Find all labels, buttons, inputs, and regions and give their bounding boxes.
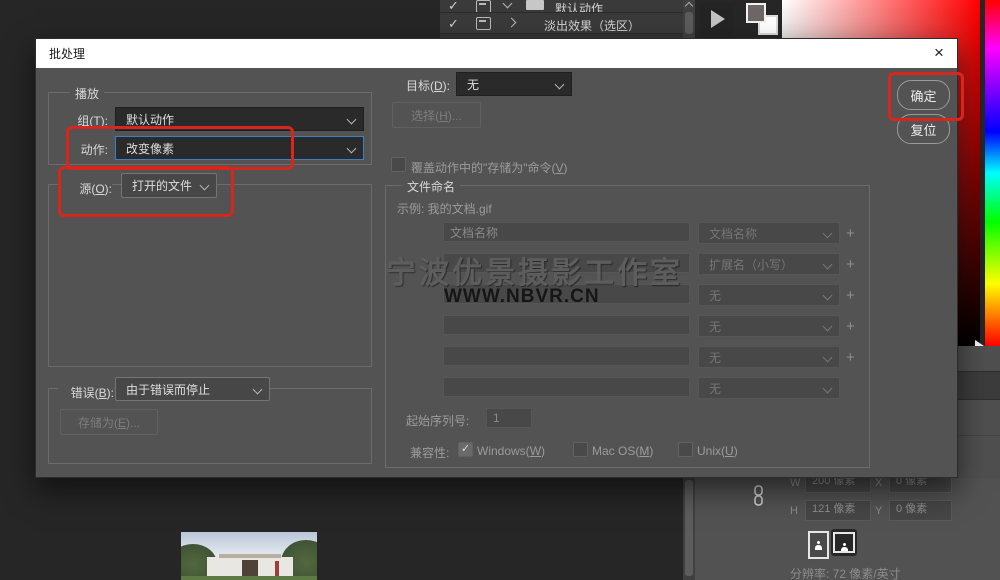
naming-input-1[interactable] [443,222,690,242]
chevron-down-icon [253,384,263,394]
chevron-right-icon[interactable] [507,18,517,28]
dialog-toggle-icon[interactable] [476,17,491,30]
naming-input-4[interactable] [443,315,690,335]
naming-input-6[interactable] [443,377,690,397]
photoshop-workspace: ✓ 默认动作 ✓ 淡出效果（选区） [0,0,1000,580]
naming-input-2[interactable] [443,253,690,273]
action-dropdown[interactable]: 改变像素 [115,136,364,160]
serial-input[interactable] [486,408,532,428]
naming-dropdown-5[interactable]: 无 [698,346,840,368]
hue-slider-bar[interactable] [985,0,1000,346]
save-as-button[interactable]: 存储为(E)... [60,409,158,435]
document-scrollbar[interactable] [683,478,695,580]
naming-dropdown-6[interactable]: 无 [698,377,840,399]
play-icon [711,10,725,28]
naming-dropdown-2[interactable]: 扩展名（小写） [698,253,840,275]
landscape-icon [833,532,855,553]
scrollbar-thumb[interactable] [685,12,693,34]
right-panel-row [958,371,1000,400]
unix-checkbox[interactable] [678,442,693,457]
chevron-down-icon [347,143,357,153]
y-field[interactable]: 0 像素 [889,500,952,521]
action-set-label[interactable]: 默认动作 [555,0,603,13]
dialog-titlebar[interactable]: 批处理 × [36,39,957,68]
item-enabled-check-icon[interactable]: ✓ [448,0,459,13]
actions-panel: ✓ 默认动作 ✓ 淡出效果（选区） [440,0,693,38]
choose-button[interactable]: 选择(H)... [392,102,481,128]
panel-divider [958,435,1000,436]
folder-icon [526,0,544,10]
source-dropdown[interactable]: 打开的文件 [121,173,217,198]
naming-dropdown-3[interactable]: 无 [698,284,840,306]
right-panel-strip [958,346,1000,478]
document-thumbnail-image[interactable] [181,532,317,580]
height-field[interactable]: 121 像素 [805,500,871,521]
height-label: H [790,505,798,517]
reset-button[interactable]: 复位 [897,114,950,144]
action-row-fade-effect[interactable]: ✓ 淡出效果（选区） [440,13,693,34]
action-row-default-actions[interactable]: ✓ 默认动作 [440,0,693,13]
chevron-down-icon [347,114,357,124]
x-label: X [875,477,882,489]
destination-dropdown[interactable]: 无 [456,72,572,96]
portrait-icon [815,541,823,549]
scrollbar-thumb[interactable] [685,480,693,576]
landscape-orientation-button[interactable] [831,529,857,556]
windows-checkbox[interactable]: ✓ [458,442,473,457]
play-action-button[interactable] [700,2,733,35]
dialog-toggle-icon[interactable] [476,0,491,13]
naming-dropdown-1[interactable]: 文档名称 [698,222,840,244]
item-enabled-check-icon[interactable]: ✓ [448,16,459,32]
override-save-as-checkbox[interactable] [391,157,406,172]
naming-input-3[interactable] [443,284,690,304]
y-label: Y [875,505,882,517]
naming-input-5[interactable] [443,346,690,366]
chevron-down-icon [555,79,565,89]
action-set-dropdown[interactable]: 默认动作 [115,107,364,131]
scroll-up-icon[interactable] [684,2,692,10]
resolution-text: 分辨率: 72 像素/英寸 [790,565,901,580]
chevron-down-icon[interactable] [503,0,513,8]
macos-checkbox[interactable] [573,442,588,457]
actions-scrollbar[interactable] [683,0,695,38]
dialog-title: 批处理 [49,45,85,62]
close-icon[interactable]: × [927,41,951,65]
naming-dropdown-4[interactable]: 无 [698,315,840,337]
width-label: W [790,477,800,489]
foreground-color-swatch[interactable] [746,3,766,23]
portrait-orientation-button[interactable] [808,531,829,559]
link-dimensions-icon[interactable] [752,485,765,506]
ok-button[interactable]: 确定 [897,80,950,110]
chevron-down-icon [200,181,210,191]
action-name-label[interactable]: 淡出效果（选区） [544,17,640,34]
errors-dropdown[interactable]: 由于错误而停止 [115,377,270,401]
